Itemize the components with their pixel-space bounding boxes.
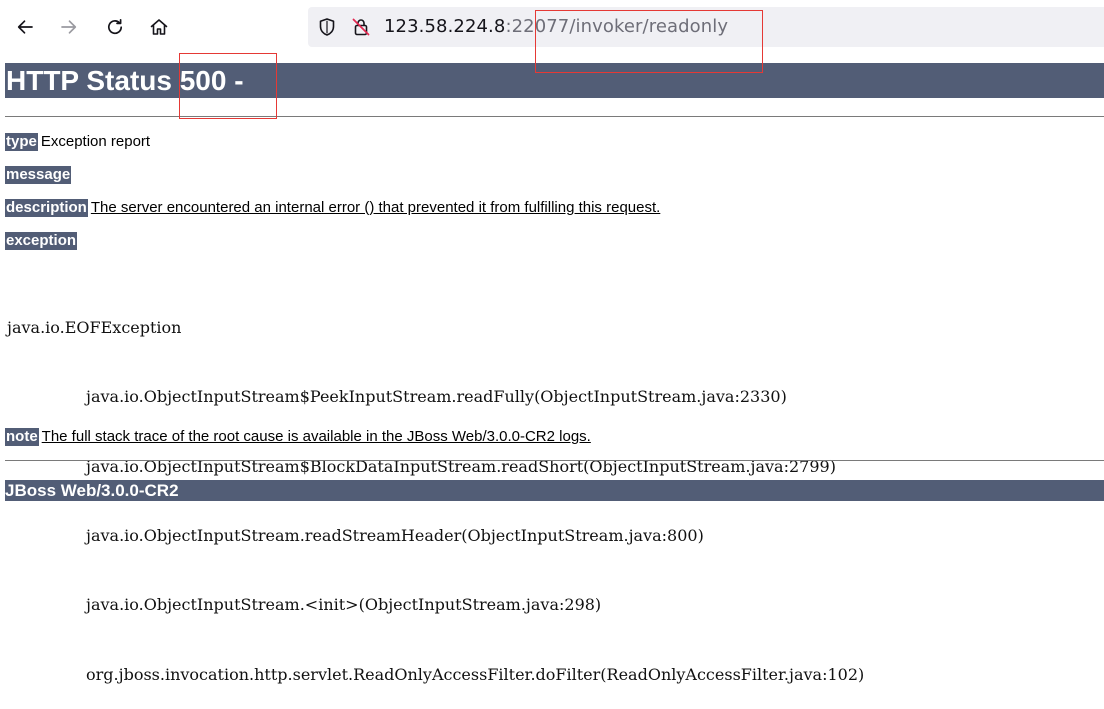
home-icon <box>150 19 168 35</box>
description-row: description The server encountered an int… <box>5 199 660 217</box>
status-annotation-box <box>179 53 277 119</box>
message-row: message <box>5 166 74 184</box>
stack-trace-line: java.io.ObjectInputStream$BlockDataInput… <box>86 456 836 476</box>
description-value: The server encountered an internal error… <box>90 199 661 216</box>
insecure-lock-icon[interactable] <box>351 17 371 37</box>
exception-label: exception <box>5 232 78 250</box>
forward-button[interactable] <box>54 12 84 42</box>
server-footer: JBoss Web/3.0.0-CR2 <box>5 481 179 500</box>
url-annotation-box <box>535 10 763 73</box>
stack-trace-line: java.io.ObjectInputStream.readStreamHead… <box>86 526 704 546</box>
note-row: note The full stack trace of the root cau… <box>5 428 591 446</box>
stack-trace-line: java.io.ObjectInputStream.<init>(ObjectI… <box>86 595 602 615</box>
server-footer-bar: JBoss Web/3.0.0-CR2 <box>5 480 1104 501</box>
note-value: The full stack trace of the root cause i… <box>41 428 591 445</box>
reload-button[interactable] <box>100 12 130 42</box>
stack-trace-line: java.io.ObjectInputStream$PeekInputStrea… <box>86 387 787 407</box>
forward-arrow-icon <box>61 20 77 34</box>
shield-icon[interactable] <box>317 17 337 37</box>
divider-top <box>5 116 1104 117</box>
note-label: note <box>5 428 39 446</box>
back-button[interactable] <box>10 12 40 42</box>
type-row: type Exception report <box>5 133 150 151</box>
divider-bottom <box>5 460 1104 461</box>
type-value: Exception report <box>40 133 151 150</box>
home-button[interactable] <box>144 12 174 42</box>
message-label: message <box>5 166 72 184</box>
stack-trace-line: org.jboss.invocation.http.servlet.ReadOn… <box>86 664 865 684</box>
reload-icon <box>107 18 123 35</box>
back-arrow-icon <box>17 20 33 34</box>
type-label: type <box>5 133 38 151</box>
exception-row: exception <box>5 232 78 250</box>
stack-trace-line: java.io.EOFException <box>7 318 182 338</box>
description-label: description <box>5 199 88 217</box>
url-host: 123.58.224.8 <box>384 16 506 37</box>
